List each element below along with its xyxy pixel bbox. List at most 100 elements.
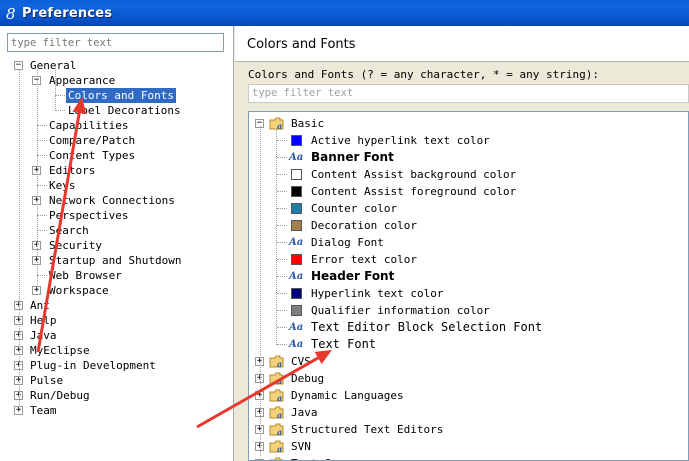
category-java[interactable]: + a Java [249,404,688,421]
tree-item-workspace[interactable]: + Workspace [0,283,234,298]
color-swatch-icon [291,186,302,197]
svg-text:a: a [277,376,282,385]
font-folder-icon: a [269,457,285,460]
color-swatch-icon [291,169,302,180]
category-debug[interactable]: + a Debug [249,370,688,387]
item-label: Content Assist foreground color [311,185,517,198]
tree-item-content-types[interactable]: Content Types [0,148,234,163]
tree-item-perspectives[interactable]: Perspectives [0,208,234,223]
item-active-hyperlink-text-color[interactable]: Active hyperlink text color [249,132,688,149]
color-swatch-icon [291,220,302,231]
category-label: Dynamic Languages [291,389,404,402]
tree-item-team[interactable]: + Team [0,403,234,418]
page-header: Colors and Fonts [235,26,689,62]
item-label: Active hyperlink text color [311,134,490,147]
tree-item-label: Web Browser [49,269,122,282]
item-text-font[interactable]: Aa Text Font [249,336,688,353]
font-icon: Aa [289,322,304,333]
preference-tree-panel: −General−AppearanceColors and FontsLabel… [0,26,234,461]
category-text-compare[interactable]: + a Text Compare [249,455,688,460]
tree-item-run-debug[interactable]: + Run/Debug [0,388,234,403]
color-swatch-icon [291,254,302,265]
tree-item-plug-in-development[interactable]: + Plug-in Development [0,358,234,373]
tree-item-appearance[interactable]: − Appearance [0,73,234,88]
tree-item-startup-and-shutdown[interactable]: + Startup and Shutdown [0,253,234,268]
tree-item-label: Search [49,224,89,237]
tree-item-label: Keys [49,179,76,192]
tree-item-ant[interactable]: + Ant [0,298,234,313]
tree-item-label: Workspace [49,284,109,297]
tree-item-web-browser[interactable]: Web Browser [0,268,234,283]
tree-item-colors-and-fonts[interactable]: Colors and Fonts [0,88,234,103]
item-dialog-font[interactable]: Aa Dialog Font [249,234,688,251]
tree-item-label: Team [30,404,57,417]
font-icon: Aa [289,339,304,350]
item-header-font[interactable]: Aa Header Font [249,268,688,285]
tree-item-label: Appearance [49,74,116,87]
color-swatch-icon [291,288,302,299]
title-bar: 8 Preferences [0,0,689,26]
item-text-editor-block-selection-font[interactable]: Aa Text Editor Block Selection Font [249,319,688,336]
colors-filter-input[interactable]: type filter text [248,84,689,103]
collapse-toggle-icon[interactable]: − [14,61,23,70]
tree-item-label: Run/Debug [30,389,90,402]
item-label: Text Editor Block Selection Font [311,320,543,334]
category-cvs[interactable]: + a CVS [249,353,688,370]
tree-item-general[interactable]: − General [0,58,234,73]
item-label: Dialog Font [311,236,384,249]
item-label: Decoration color [311,219,417,232]
item-hyperlink-text-color[interactable]: Hyperlink text color [249,285,688,302]
item-qualifier-information-color[interactable]: Qualifier information color [249,302,688,319]
tree-item-help[interactable]: + Help [0,313,234,328]
font-icon: Aa [289,152,304,163]
svg-text:a: a [277,410,282,419]
item-label: Banner Font [311,150,394,164]
font-folder-icon: a [269,355,285,369]
svg-text:8: 8 [6,6,16,21]
tree-item-editors[interactable]: + Editors [0,163,234,178]
tree-item-label: Pulse [30,374,64,387]
tree-item-label: Capabilities [49,119,129,132]
tree-item-label: Colors and Fonts [66,88,176,103]
tree-item-pulse[interactable]: + Pulse [0,373,234,388]
color-swatch-icon [291,305,302,316]
item-content-assist-foreground-color[interactable]: Content Assist foreground color [249,183,688,200]
item-counter-color[interactable]: Counter color [249,200,688,217]
category-structured-text-editors[interactable]: + a Structured Text Editors [249,421,688,438]
tree-filter-input[interactable] [7,33,224,52]
tree-item-network-connections[interactable]: + Network Connections [0,193,234,208]
tree-item-label: Label Decorations [68,104,181,117]
item-label: Header Font [311,269,395,283]
item-content-assist-background-color[interactable]: Content Assist background color [249,166,688,183]
filter-description: Colors and Fonts (? = any character, * =… [248,68,599,81]
item-banner-font[interactable]: Aa Banner Font [249,149,688,166]
tree-item-label: Perspectives [49,209,129,222]
category-basic[interactable]: − a Basic [249,115,688,132]
font-folder-icon: a [269,389,285,403]
svg-text:a: a [277,359,282,368]
category-svn[interactable]: + a SVN [249,438,688,455]
tree-item-java[interactable]: + Java [0,328,234,343]
tree-item-label: MyEclipse [30,344,90,357]
tree-item-label: Network Connections [49,194,175,207]
tree-item-capabilities[interactable]: Capabilities [0,118,234,133]
eclipse-preferences-icon: 8 [4,5,18,21]
item-error-text-color[interactable]: Error text color [249,251,688,268]
font-folder-icon: a [269,440,285,454]
tree-item-label: Java [30,329,57,342]
tree-item-security[interactable]: + Security [0,238,234,253]
tree-item-keys[interactable]: Keys [0,178,234,193]
item-decoration-color[interactable]: Decoration color [249,217,688,234]
tree-item-search[interactable]: Search [0,223,234,238]
colors-fonts-tree: − a Basic Active hyperlink text color Aa Ba… [248,111,689,461]
category-dynamic-languages[interactable]: + a Dynamic Languages [249,387,688,404]
tree-item-label: Editors [49,164,96,177]
color-swatch-icon [291,135,302,146]
tree-item-label: Security [49,239,102,252]
tree-item-myeclipse[interactable]: + MyEclipse [0,343,234,358]
tree-item-compare-patch[interactable]: Compare/Patch [0,133,234,148]
category-label: Basic [291,117,325,130]
tree-item-label-decorations[interactable]: Label Decorations [0,103,234,118]
svg-text:a: a [277,393,282,402]
category-label: SVN [291,440,311,453]
